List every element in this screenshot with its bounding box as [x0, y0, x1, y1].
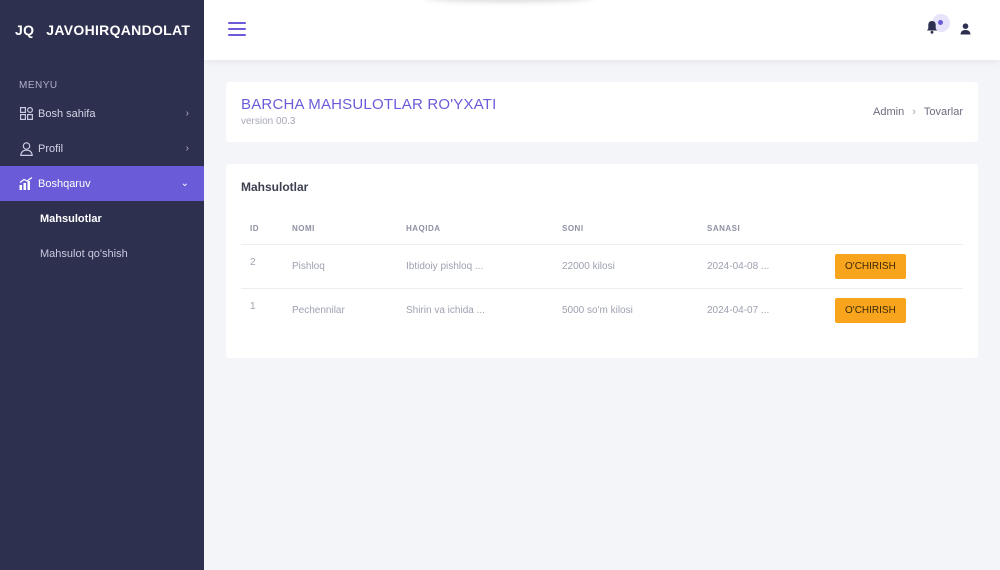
column-header-soni: SONI	[553, 214, 698, 245]
grid-icon	[19, 107, 33, 121]
chevron-right-icon: ›	[185, 108, 189, 119]
cell-action: O'CHIRISH	[826, 244, 963, 289]
column-header-actions	[826, 214, 963, 245]
brand-abbr: JQ	[15, 22, 35, 38]
sidebar-item-label: Bosh sahifa	[38, 107, 96, 120]
sidebar-item-profil[interactable]: Profil ›	[0, 131, 204, 166]
column-header-nomi: NOMI	[283, 214, 397, 245]
page-header-card: BARCHA MAHSULOTLAR RO'YXATI version 00.3…	[226, 82, 978, 142]
cell-about: Shirin va ichida ...	[406, 304, 485, 316]
brand-name: JAVOHIRQANDOLAT	[46, 22, 191, 38]
table-row: 2 Pishloq Ibtidoiy pishloq ... 22000 kil…	[241, 244, 963, 289]
sidebar-item-bosh-sahifa[interactable]: Bosh sahifa ›	[0, 96, 204, 131]
breadcrumb: Admin › Tovarlar	[873, 106, 963, 118]
cell-name: Pechennilar	[292, 304, 345, 316]
cell-date: 2024-04-07 ...	[707, 304, 770, 316]
sidebar-item-label: Boshqaruv	[38, 177, 91, 190]
breadcrumb-separator-icon: ›	[912, 106, 916, 118]
hamburger-menu-icon[interactable]	[228, 22, 246, 38]
cell-name: Pishloq	[283, 244, 397, 289]
topbar	[204, 0, 1000, 60]
cell-about: Ibtidoiy pishloq ...	[397, 244, 553, 289]
cell-quantity: 5000 so'm kilosi	[562, 304, 633, 316]
table-header-row: ID NOMI HAQIDA SONI SANASI	[241, 214, 963, 245]
breadcrumb-tovarlar: Tovarlar	[923, 106, 963, 118]
column-header-haqida: HAQIDA	[397, 214, 553, 245]
table-row: 1 Pechennilar Shirin va ichida ... 5000 …	[241, 288, 963, 332]
delete-button[interactable]: O'CHIRISH	[835, 253, 906, 279]
sidebar-subitem-mahsulotlar[interactable]: Mahsulotlar	[0, 201, 204, 236]
products-card: Mahsulotlar ID NOMI HAQIDA SONI SANASI 2…	[226, 164, 978, 358]
version-label: version 00.3	[241, 116, 296, 127]
user-icon	[19, 141, 33, 156]
brand-logo[interactable]: JQ JAVOHIRQANDOLAT	[0, 0, 204, 60]
delete-button[interactable]: O'CHIRISH	[835, 297, 906, 323]
sidebar: JQ JAVOHIRQANDOLAT MENYU Bosh sahifa › P…	[0, 0, 204, 570]
chevron-down-icon: ⌄	[180, 178, 189, 189]
chart-icon	[19, 177, 33, 191]
products-table: ID NOMI HAQIDA SONI SANASI 2 Pishloq Ibt…	[241, 214, 963, 332]
cell-action: O'CHIRISH	[826, 288, 963, 332]
menu-heading: MENYU	[19, 80, 58, 91]
card-title: Mahsulotlar	[241, 180, 309, 194]
chevron-right-icon: ›	[185, 143, 189, 154]
cell-date: 2024-04-08 ...	[698, 244, 826, 289]
sidebar-item-label: Profil	[38, 142, 64, 155]
page-title: BARCHA MAHSULOTLAR RO'YXATI	[241, 96, 497, 113]
column-header-id: ID	[241, 214, 283, 245]
cell-id: 1	[250, 300, 256, 312]
column-header-sanasi: SANASI	[698, 214, 826, 245]
cell-id: 2	[241, 244, 283, 289]
sidebar-item-boshqaruv[interactable]: Boshqaruv ⌄	[0, 166, 204, 201]
sidebar-subitem-mahsulot-qoshish[interactable]: Mahsulot qo'shish	[0, 236, 204, 271]
breadcrumb-admin[interactable]: Admin	[873, 106, 904, 118]
cell-quantity: 22000 kilosi	[553, 244, 698, 289]
bell-icon[interactable]	[926, 20, 940, 36]
user-profile-icon[interactable]	[960, 22, 972, 36]
